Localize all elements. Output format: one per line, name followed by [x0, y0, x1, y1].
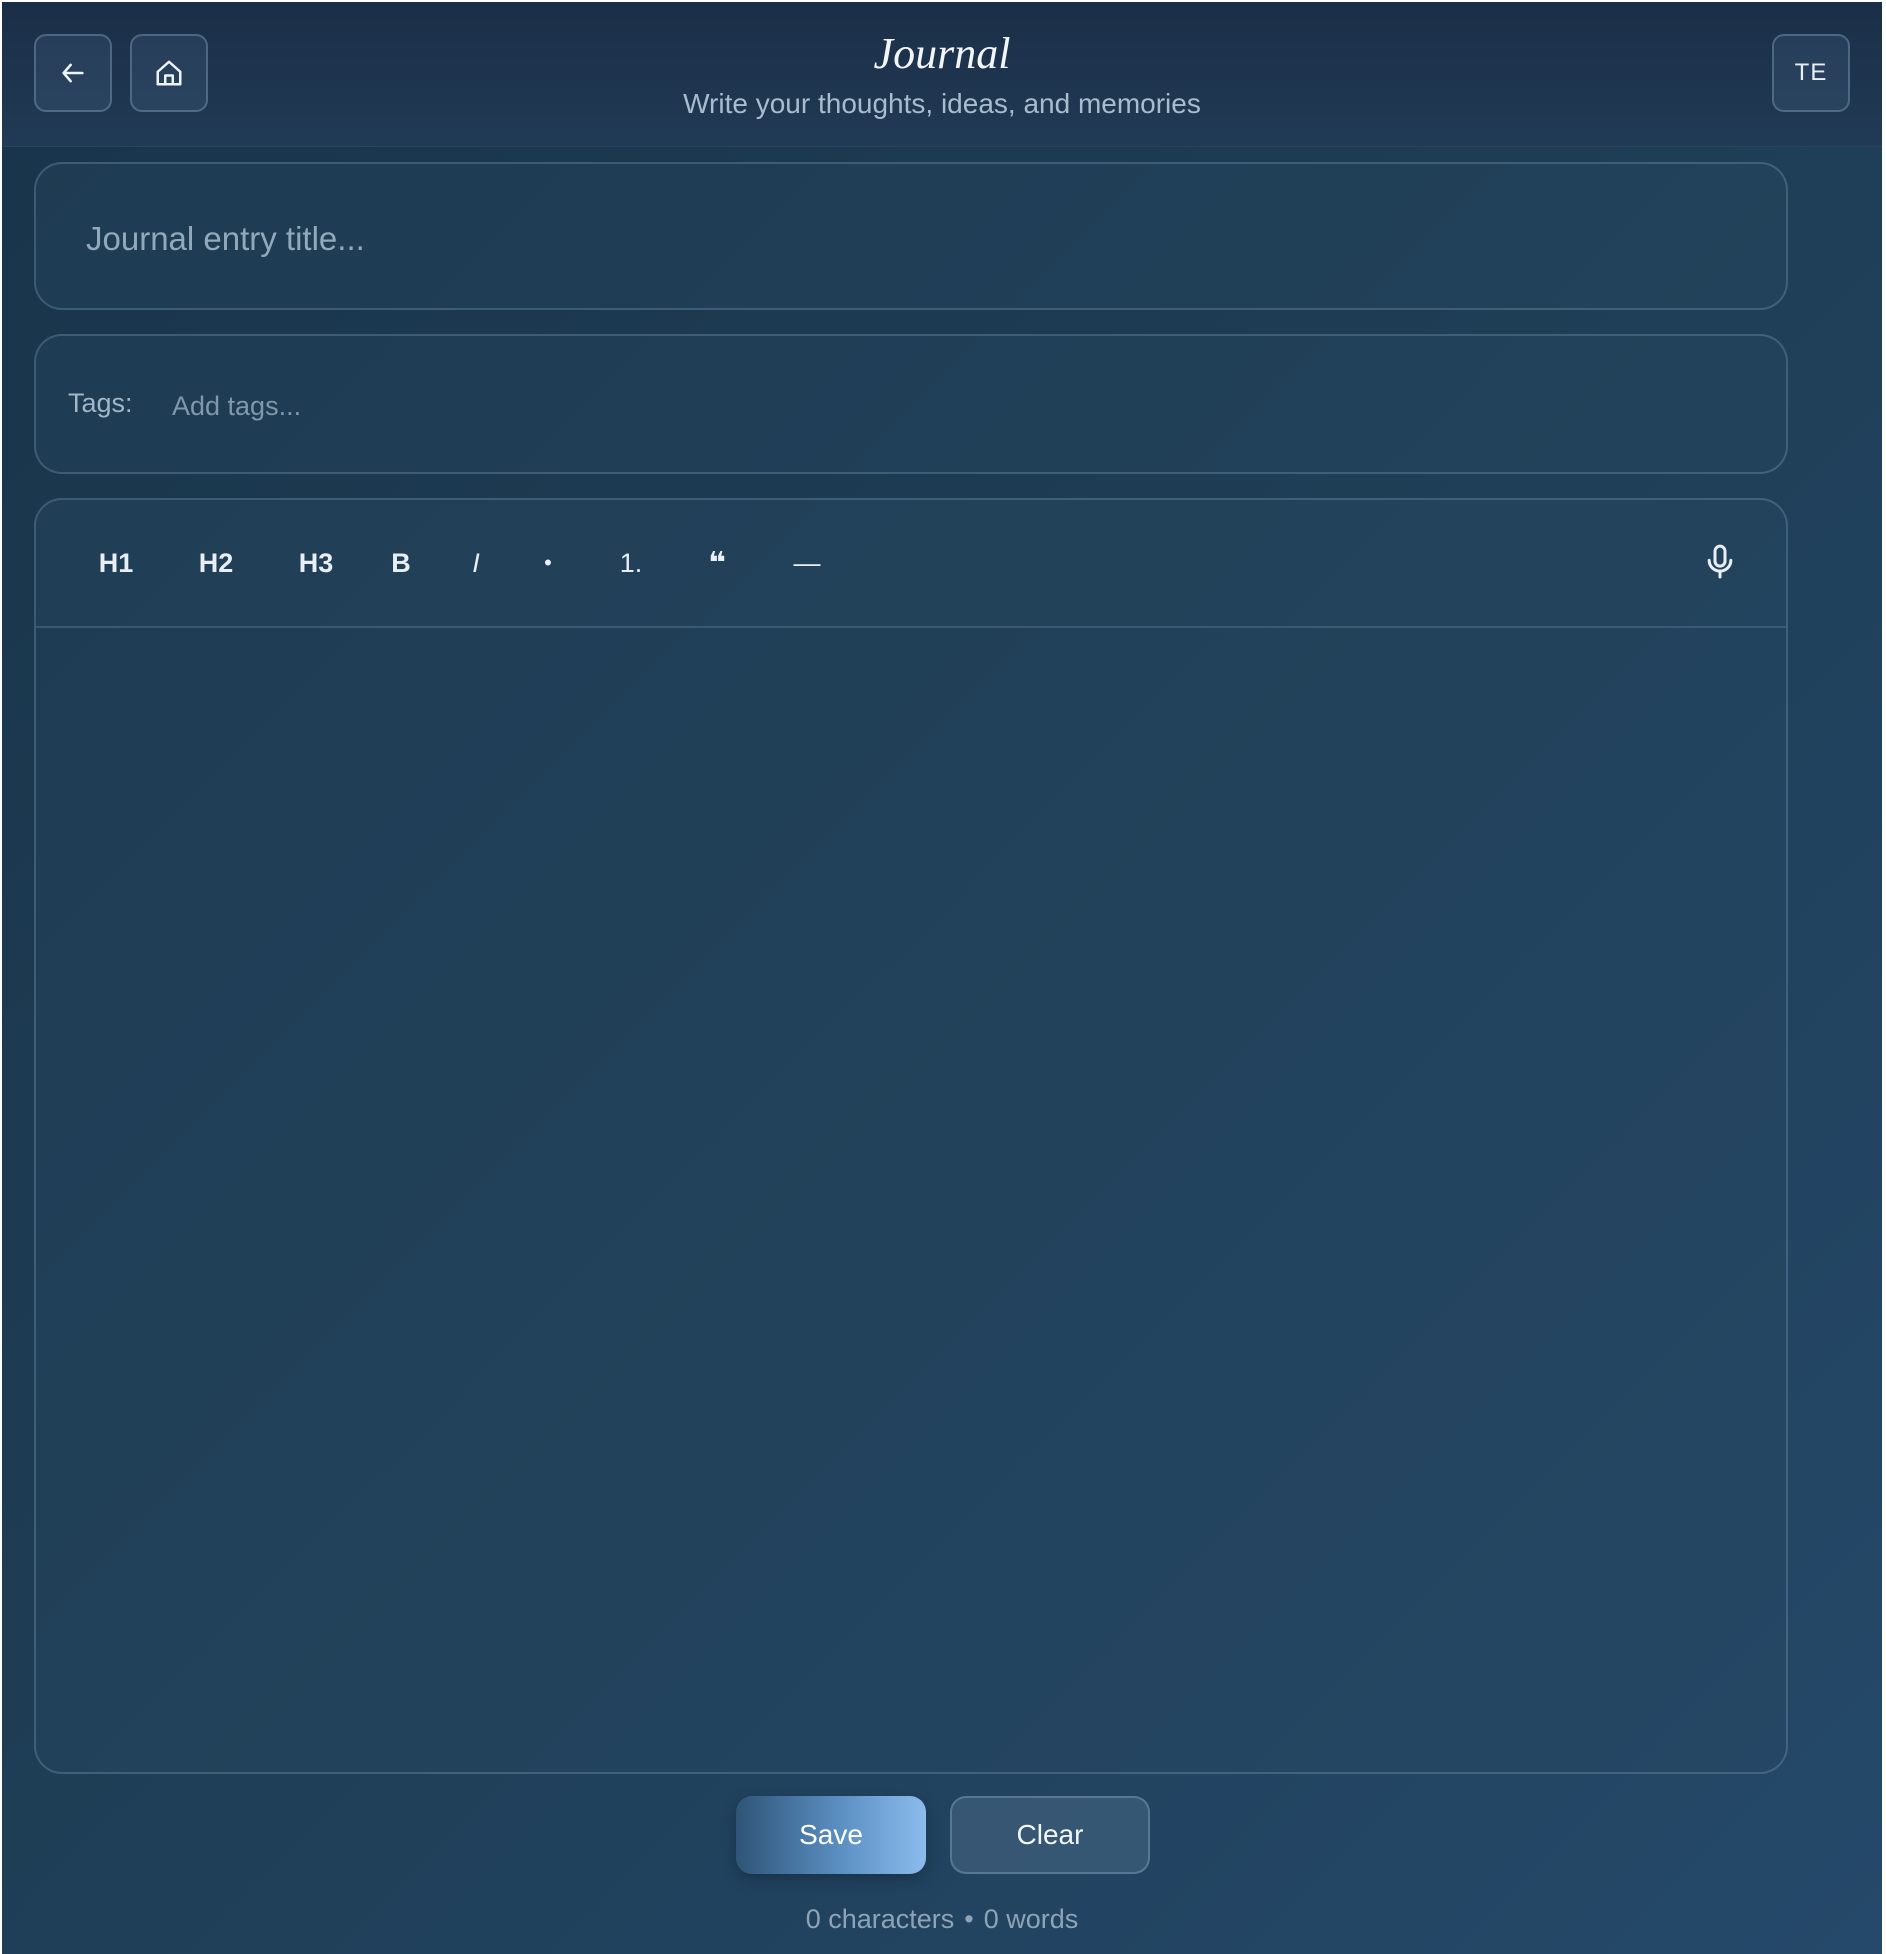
italic-button[interactable]: I [448, 536, 504, 590]
save-button[interactable]: Save [736, 1796, 926, 1874]
header: Journal Write your thoughts, ideas, and … [2, 2, 1882, 147]
character-count: 0 characters [805, 1904, 955, 1934]
microphone-button[interactable] [1700, 540, 1740, 584]
tags-label: Tags: [68, 388, 133, 418]
stats-separator: • [964, 1904, 974, 1934]
numbered-list-button[interactable]: 1. [596, 536, 666, 590]
heading-3-button[interactable]: H3 [276, 536, 356, 590]
editor-card: H1 H2 H3 B I • 1. ❝ — [34, 498, 1788, 1774]
word-count: 0 words [983, 1904, 1079, 1934]
formatting-toolbar: H1 H2 H3 B I • 1. ❝ — [36, 500, 1786, 628]
editor-text-area[interactable] [36, 628, 1786, 1772]
heading-2-button[interactable]: H2 [176, 536, 256, 590]
tags-card: Tags: [34, 334, 1788, 474]
horizontal-rule-button[interactable]: — [772, 536, 842, 590]
user-avatar-button[interactable]: TE [1772, 34, 1850, 112]
journal-app: Journal Write your thoughts, ideas, and … [2, 2, 1882, 1954]
entry-title-input[interactable] [84, 208, 1688, 270]
tags-input[interactable] [170, 380, 1734, 432]
bullet-list-button[interactable]: • [518, 536, 578, 590]
title-card [34, 162, 1788, 310]
microphone-icon [1707, 544, 1733, 579]
heading-1-button[interactable]: H1 [80, 536, 152, 590]
bold-button[interactable]: B [370, 536, 432, 590]
page-title: Journal [873, 29, 1011, 78]
quote-button[interactable]: ❝ [684, 536, 750, 590]
page-subtitle: Write your thoughts, ideas, and memories [683, 88, 1201, 119]
clear-button[interactable]: Clear [950, 1796, 1150, 1874]
stats-bar: 0 characters • 0 words [2, 1904, 1882, 1935]
